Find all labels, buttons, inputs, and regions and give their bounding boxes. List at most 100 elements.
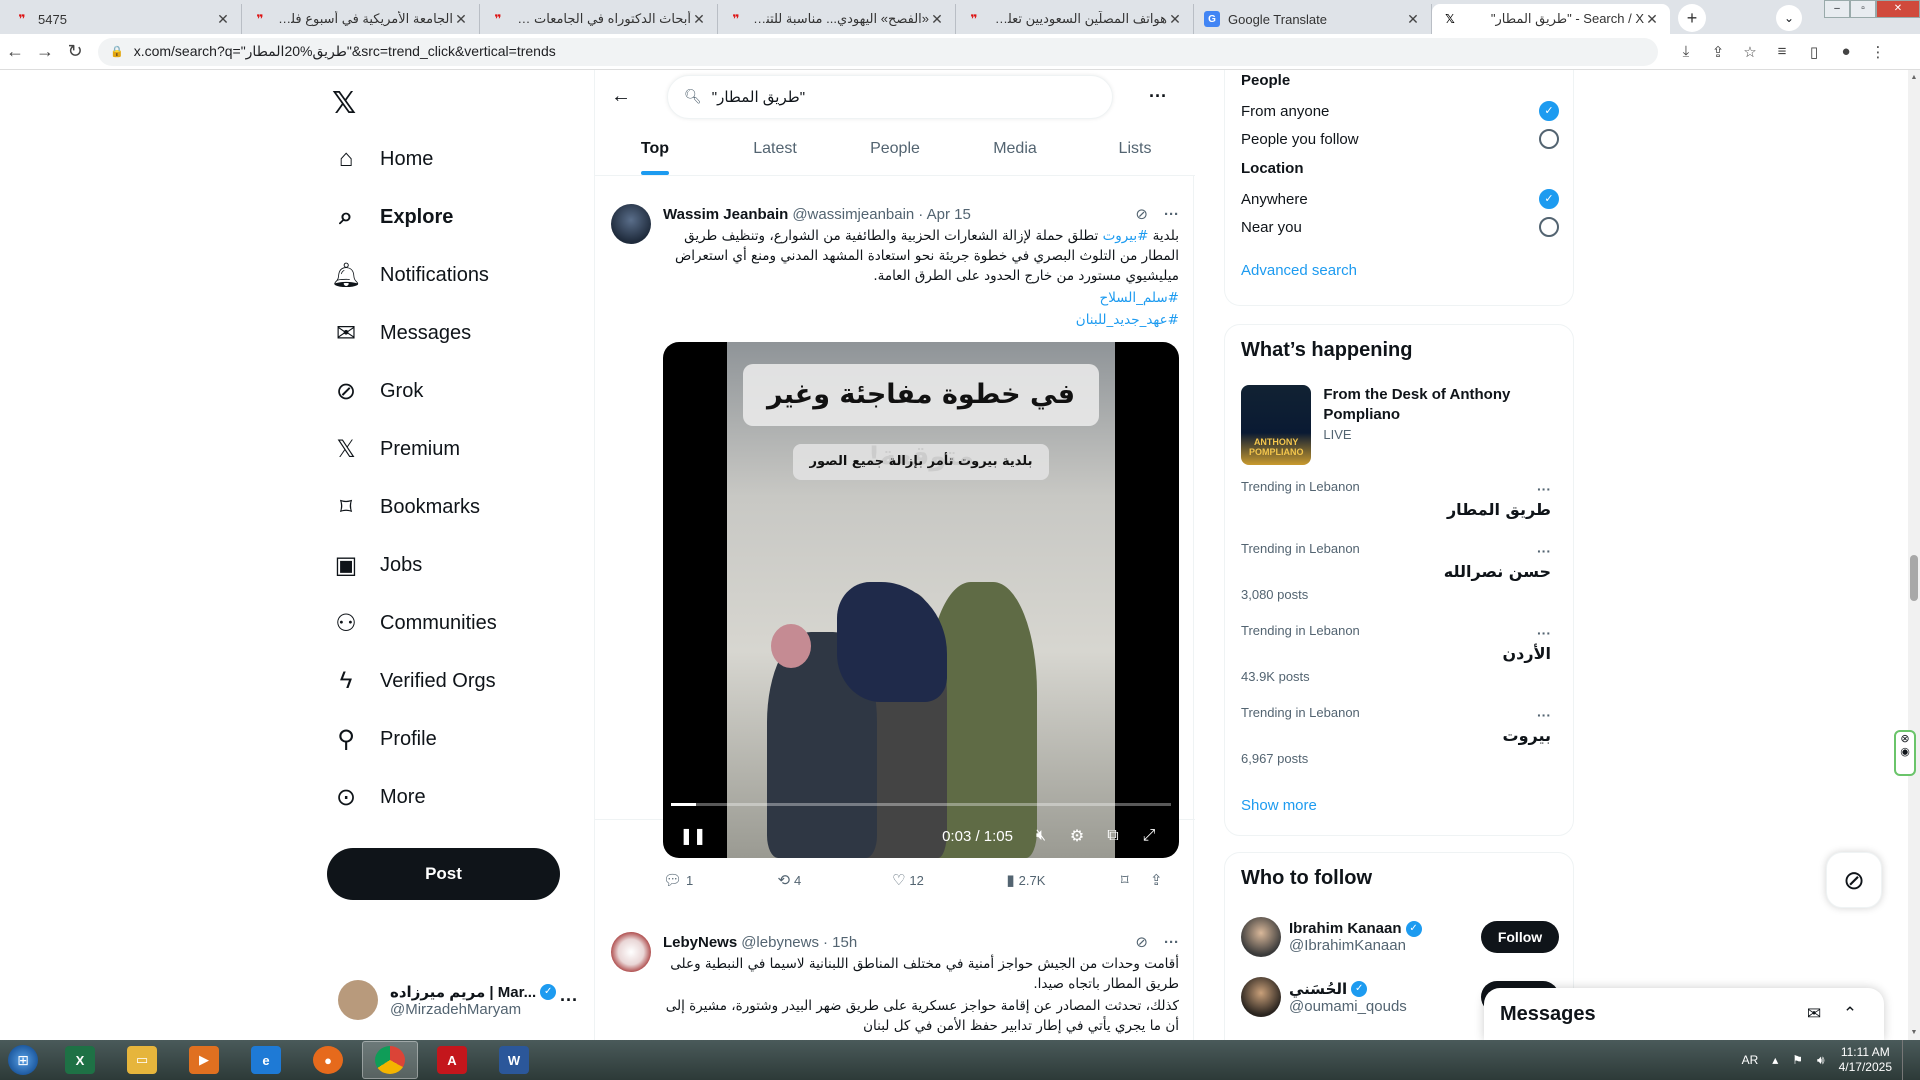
video-progress-bar[interactable] [671,803,1171,806]
nav-item-profile[interactable]: ⚲ Profile [332,714,437,764]
avatar[interactable] [1241,917,1281,957]
new-message-icon[interactable]: ✉ [1796,1004,1832,1024]
scroll-down-icon[interactable]: ▼ [1910,1029,1918,1036]
more-dots-icon[interactable]: ··· [1164,206,1179,223]
search-input[interactable]: 🔍︎ "طريق المطار" [667,74,1113,119]
pip-icon[interactable]: ⧉ [1095,827,1131,845]
more-dots-icon[interactable]: ··· [1537,707,1551,723]
author-name[interactable]: LebyNews [663,934,737,951]
follow-suggestion[interactable]: Ibrahim Kanaan ✓ @IbrahimKanaan Follow [1241,913,1559,961]
back-arrow-icon[interactable]: ← [611,85,651,108]
grok-icon[interactable]: ⊘ [1135,205,1148,223]
nav-item-more[interactable]: ⊙ More [332,772,426,822]
avatar[interactable] [611,204,651,244]
tweet-date[interactable]: · Apr 15 [918,206,971,223]
radio-unchecked-icon[interactable] [1539,129,1559,149]
promo-item[interactable]: ANTHONY POMPLIANO From the Desk of Antho… [1241,385,1559,465]
video-player[interactable]: في خطوة مفاجئة وغير متوقعة! بلدية بيروت … [663,342,1179,858]
x-logo-icon[interactable]: 𝕏 [332,82,376,126]
browser-tab[interactable]: G Google Translate ✕ [1194,4,1432,34]
maximize-button[interactable]: ▫ [1850,0,1876,18]
tab-top[interactable]: Top [595,123,715,175]
profile-icon[interactable]: ● [1830,43,1862,61]
more-dots-icon[interactable]: ··· [1537,481,1551,497]
nav-item-communities[interactable]: ⚇ Communities [332,598,496,648]
nav-item-jobs[interactable]: ▣ Jobs [332,540,423,590]
sidepanel-icon[interactable]: ▯ [1798,43,1830,61]
like-button[interactable]: ♡ 12 [892,871,1006,889]
follow-button[interactable]: Follow [1481,921,1559,953]
reply-button[interactable]: 💬︎ 1 [663,871,777,889]
close-icon[interactable]: ✕ [1167,11,1183,28]
author-handle[interactable]: @wassimjeanbain [792,206,914,223]
messages-drawer[interactable]: Messages ✉ ⌃ [1484,988,1884,1040]
views-button[interactable]: ▮ 2.7K [1006,871,1120,889]
install-icon[interactable]: ⤓ [1670,43,1702,61]
close-icon[interactable]: ✕ [929,11,945,28]
filter-option[interactable]: Near you [1241,216,1559,238]
advanced-search-link[interactable]: Advanced search [1241,262,1357,279]
pause-icon[interactable]: ❚❚ [675,826,711,846]
tab-media[interactable]: Media [955,123,1075,175]
extension-widget[interactable]: ⊗ ◉ [1894,730,1916,776]
star-icon[interactable]: ☆ [1734,43,1766,61]
close-icon[interactable]: ✕ [453,11,469,28]
nav-item-notifications[interactable]: 🔔︎ Notifications [331,250,489,300]
browser-tab[interactable]: ❞ «الفصح» اليهودي... مناسبة للتنكيل بالفل… [718,4,956,34]
browser-tab-active[interactable]: 𝕏 "طريق المطار" - Search / X ✕ [1432,4,1670,34]
nav-item-bookmarks[interactable]: ⌑ Bookmarks [332,482,480,532]
more-dots-icon[interactable]: ··· [1537,625,1551,641]
taskbar-chrome[interactable] [362,1041,418,1079]
radio-unchecked-icon[interactable] [1539,217,1559,237]
tab-search-button[interactable]: ⌄ [1776,5,1802,31]
nav-item-explore[interactable]: ⌕ Explore [332,192,453,242]
grok-icon[interactable]: ⊘ [1135,933,1148,951]
radio-checked-icon[interactable]: ✓ [1539,101,1559,121]
nav-item-verified-orgs[interactable]: ϟ Verified Orgs [332,656,496,706]
tweet-date[interactable]: · 15h [823,934,857,951]
bookmark-button[interactable]: ⌑ [1121,871,1150,889]
nav-item-messages[interactable]: ✉ Messages [332,308,471,358]
tweet[interactable]: LebyNews @lebynews · 15h ⊘ ··· أقامت وحد… [595,920,1195,1040]
nav-item-premium[interactable]: 𝕏 Premium [332,424,460,474]
post-button[interactable]: Post [327,848,560,900]
grok-floating-button[interactable]: ⊘ [1826,852,1882,908]
author-handle[interactable]: @lebynews [741,934,819,951]
settings-icon[interactable]: ⚙ [1059,826,1095,846]
scroll-up-icon[interactable]: ▲ [1910,74,1918,81]
more-dots-icon[interactable]: ··· [1149,86,1167,107]
taskbar-media[interactable]: ▶ [176,1041,232,1079]
more-dots-icon[interactable]: ··· [1537,543,1551,559]
menu-icon[interactable]: ⋮ [1862,43,1894,61]
radio-checked-icon[interactable]: ✓ [1539,189,1559,209]
filter-option[interactable]: Anywhere ✓ [1241,188,1559,210]
close-icon[interactable]: ✕ [215,11,231,28]
share-button[interactable]: ⇪ [1150,871,1179,889]
avatar[interactable] [1241,977,1281,1017]
tray-arrow-icon[interactable]: ▴ [1772,1053,1778,1067]
show-desktop-button[interactable] [1902,1040,1912,1080]
tab-lists[interactable]: Lists [1075,123,1195,175]
hashtag-link[interactable]: #عهد_جديد_للبنان [663,310,1179,330]
browser-tab[interactable]: ❞ 5475 ✕ [4,4,242,34]
tab-people[interactable]: People [835,123,955,175]
hashtag-link[interactable]: #بيروت [1103,228,1149,244]
start-button[interactable]: ⊞ [0,1040,46,1080]
volume-icon[interactable]: 🔊︎ [1817,1053,1825,1068]
filter-option[interactable]: From anyone ✓ [1241,100,1559,122]
trend-item[interactable]: Trending in Lebanon ··· بيروت 6,967 post… [1241,705,1559,766]
taskbar-explorer[interactable]: ▭ [114,1041,170,1079]
show-more-link[interactable]: Show more [1241,797,1317,814]
new-tab-button[interactable]: + [1678,4,1706,32]
fullscreen-icon[interactable]: ⤢ [1131,827,1167,845]
trend-item[interactable]: Trending in Lebanon ··· طريق المطار [1241,479,1559,519]
tab-latest[interactable]: Latest [715,123,835,175]
clock[interactable]: 11:11 AM 4/17/2025 [1839,1045,1892,1075]
close-icon[interactable]: ✕ [691,11,707,28]
playlist-icon[interactable]: ≡ [1766,43,1798,61]
tweet[interactable]: Wassim Jeanbain @wassimjeanbain · Apr 15… [595,192,1195,889]
flag-icon[interactable]: ⚑ [1792,1053,1803,1067]
taskbar-acrobat[interactable]: A [424,1041,480,1079]
language-indicator[interactable]: AR [1742,1053,1759,1067]
mute-icon[interactable]: 🔇︎ [1023,827,1059,845]
